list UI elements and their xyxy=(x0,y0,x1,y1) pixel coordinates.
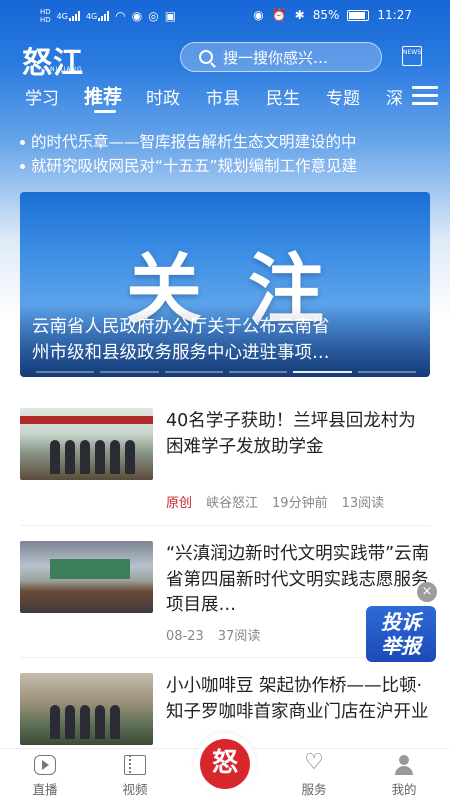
search-input[interactable]: 搜一搜你感兴… xyxy=(180,42,382,72)
news-reads: 37阅读 xyxy=(217,629,261,644)
banner-dot[interactable] xyxy=(36,371,95,373)
status-bar: HD HD 4G 4G ◠ ◉ ◎ ▣ ◉ ⏰ ✱ 85% 11:27 xyxy=(0,0,450,34)
banner-dot[interactable] xyxy=(228,371,288,373)
nav-service[interactable]: 服务 xyxy=(284,751,344,798)
bullet-icon xyxy=(20,140,25,145)
tab-shen[interactable]: 深 xyxy=(386,84,403,109)
hd-label-1: HD xyxy=(40,8,51,16)
wifi-icon: ◠ xyxy=(115,9,126,23)
report-badge-line-2: 举报 xyxy=(381,634,421,658)
channel-tabs: 学习 推荐 时政 市县 民生 专题 深 xyxy=(0,82,450,113)
news-thumbnail xyxy=(20,408,153,480)
film-icon xyxy=(124,755,146,775)
app-notification-icon: ◉ xyxy=(131,9,143,23)
status-right: ◉ ⏰ ✱ 85% 11:27 xyxy=(253,8,412,22)
report-complaint-button[interactable]: 投诉 举报 xyxy=(366,606,436,662)
bottom-navigation: 直播 视频 怒 服务 我的 xyxy=(0,733,450,800)
ticker-item[interactable]: 就研究吸收网民对“十五五”规划编制工作意见建 xyxy=(20,154,450,178)
tab-shizheng[interactable]: 时政 xyxy=(146,84,180,109)
hd-label-2: HD xyxy=(40,16,51,24)
nav-service-label: 服务 xyxy=(301,782,327,797)
news-time: 08-23 xyxy=(166,629,204,644)
app-header: 怒江 NUJIANG 搜一搜你感兴… NEWS xyxy=(0,36,450,81)
headline-ticker: 的时代乐章——智库报告解析生态文明建设的中 就研究吸收网民对“十五五”规划编制工… xyxy=(20,130,450,178)
bullet-icon xyxy=(20,164,25,169)
news-title: 小小咖啡豆 架起协作桥——比顿·知子罗咖啡首家商业门店在沪开业 xyxy=(166,676,429,722)
signal-icon: 4G xyxy=(57,11,80,21)
network-label-2: 4G xyxy=(85,12,98,21)
app-logo-subtitle: NUJIANG xyxy=(50,66,83,73)
news-meta: 原创 峡谷怒江 19分钟前 13阅读 xyxy=(166,492,398,511)
report-badge-line-1: 投诉 xyxy=(381,610,421,634)
clock-time: 11:27 xyxy=(377,8,412,22)
banner-pagination xyxy=(36,371,416,373)
message-icon: ▣ xyxy=(164,9,177,23)
banner-caption: 云南省人民政府办公厅关于公布云南省 州市级和县级政务服务中心进驻事项… xyxy=(32,314,422,366)
status-left: HD HD 4G 4G ◠ ◉ ◎ ▣ xyxy=(40,8,176,24)
menu-icon[interactable] xyxy=(412,86,438,106)
original-tag: 原创 xyxy=(166,496,193,511)
ticker-text: 的时代乐章——智库报告解析生态文明建设的中 xyxy=(31,133,357,151)
divider xyxy=(20,525,430,526)
nav-mine[interactable]: 我的 xyxy=(374,755,434,798)
user-icon xyxy=(393,755,415,775)
banner-dot[interactable] xyxy=(164,371,223,373)
news-meta: 08-23 37阅读 xyxy=(166,625,274,644)
nav-live[interactable]: 直播 xyxy=(15,755,75,798)
ticker-text: 就研究吸收网民对“十五五”规划编制工作意见建 xyxy=(31,157,358,175)
bluetooth-icon: ✱ xyxy=(294,8,305,22)
nav-video[interactable]: 视频 xyxy=(105,755,165,798)
tab-xuexi[interactable]: 学习 xyxy=(25,84,59,109)
battery-percent: 85% xyxy=(312,8,340,22)
featured-banner[interactable]: 关注 云南省人民政府办公厅关于公布云南省 州市级和县级政务服务中心进驻事项… xyxy=(20,192,430,377)
nav-home-center-button[interactable]: 怒 xyxy=(194,733,256,795)
tab-tuijian[interactable]: 推荐 xyxy=(84,82,122,109)
banner-dot-active[interactable] xyxy=(293,371,352,373)
network-label-1: 4G xyxy=(56,12,68,21)
nav-live-label: 直播 xyxy=(32,782,58,797)
signal-icon-2: 4G xyxy=(85,11,110,21)
banner-caption-line-1: 云南省人民政府办公厅关于公布云南省 xyxy=(32,317,330,337)
search-placeholder: 搜一搜你感兴… xyxy=(223,48,329,67)
tab-minsheng[interactable]: 民生 xyxy=(266,84,300,109)
news-reads: 13阅读 xyxy=(341,496,385,511)
close-icon[interactable]: × xyxy=(417,582,437,602)
alarm-icon: ⏰ xyxy=(271,8,287,22)
active-tab-indicator xyxy=(94,110,116,113)
tab-zhuanti[interactable]: 专题 xyxy=(326,84,360,109)
eye-icon: ◉ xyxy=(253,8,264,22)
search-icon xyxy=(199,50,213,64)
nav-mine-label: 我的 xyxy=(391,782,417,797)
heart-icon xyxy=(303,751,325,775)
banner-dot[interactable] xyxy=(357,371,416,373)
hd-indicator: HD HD xyxy=(40,8,51,24)
news-thumbnail xyxy=(20,673,153,745)
news-title: 40名学子获助！兰坪县回龙村为困难学子发放助学金 xyxy=(166,411,416,457)
app-logo-icon: 怒 xyxy=(200,739,250,789)
banner-caption-line-2: 州市级和县级政务服务中心进驻事项… xyxy=(32,343,330,363)
play-icon xyxy=(34,755,56,775)
tab-shixian[interactable]: 市县 xyxy=(206,84,240,109)
app-logo: 怒江 xyxy=(22,46,84,81)
battery-icon xyxy=(347,9,370,21)
newspaper-icon[interactable]: NEWS xyxy=(402,46,422,66)
news-thumbnail xyxy=(20,541,153,613)
news-time: 19分钟前 xyxy=(272,496,328,511)
news-source: 峡谷怒江 xyxy=(206,496,259,511)
nav-video-label: 视频 xyxy=(122,782,148,797)
ticker-item[interactable]: 的时代乐章——智库报告解析生态文明建设的中 xyxy=(20,130,450,154)
wechat-icon: ◎ xyxy=(148,9,159,23)
banner-dot[interactable] xyxy=(100,371,159,373)
